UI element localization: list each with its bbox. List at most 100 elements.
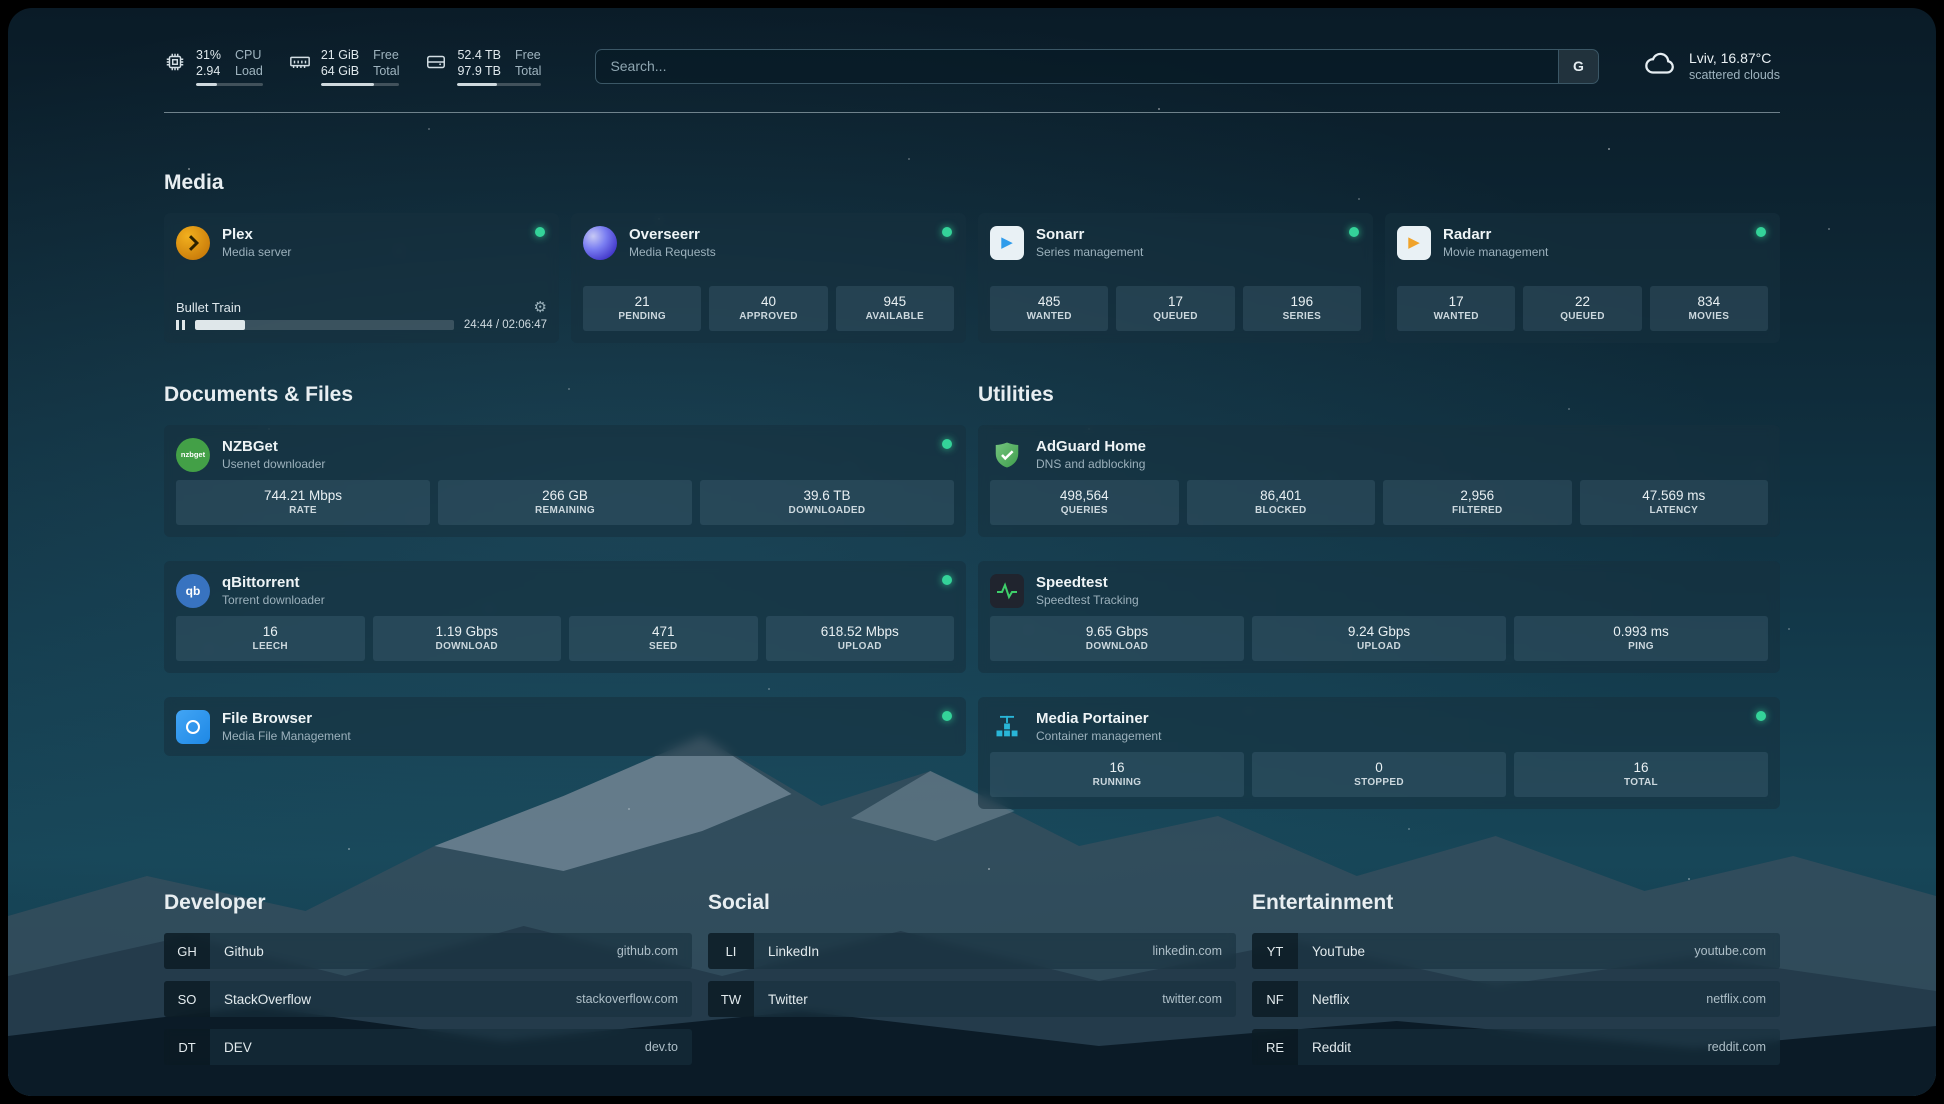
service-card-nzbget[interactable]: nzbget NZBGet Usenet downloader 744.21 M… (164, 425, 966, 537)
stat-value: 196 (1245, 293, 1359, 310)
developer-section-title: Developer (164, 891, 692, 915)
memory-total-value: 64 GiB (321, 63, 359, 79)
radarr-icon: ▶ (1397, 226, 1431, 260)
stat-label: DOWNLOADED (702, 504, 952, 518)
settings-gear-icon[interactable]: ⚙ (534, 300, 547, 315)
service-card-adguard[interactable]: AdGuard Home DNS and adblocking 498,564 … (978, 425, 1780, 537)
cpu-label: CPU (235, 47, 263, 63)
topbar-divider (164, 112, 1780, 113)
entertainment-section-title: Entertainment (1252, 891, 1780, 915)
bookmark-name: StackOverflow (224, 992, 311, 1007)
service-name: Media Portainer (1036, 709, 1161, 728)
stat-value: 266 GB (440, 487, 690, 504)
service-subtitle: Media File Management (222, 728, 351, 744)
bookmark-youtube[interactable]: YT YouTube youtube.com (1252, 933, 1780, 969)
stat-value: 485 (992, 293, 1106, 310)
disk-metric: 52.4 TB 97.9 TB Free Total (425, 47, 541, 86)
cpu-value: 31% (196, 47, 221, 63)
utilities-section: Utilities (978, 383, 1780, 833)
disk-icon (425, 51, 447, 78)
disk-free-label: Free (515, 47, 541, 63)
bookmark-github[interactable]: GH Github github.com (164, 933, 692, 969)
search-bar: G (595, 49, 1599, 84)
stat-label: WANTED (992, 310, 1106, 324)
service-card-speedtest[interactable]: Speedtest Speedtest Tracking 9.65 Gbps D… (978, 561, 1780, 673)
memory-free-value: 21 GiB (321, 47, 359, 63)
stat-label: LATENCY (1582, 504, 1767, 518)
bookmark-abbr: LI (708, 933, 754, 969)
stat-value: 40 (711, 293, 825, 310)
bookmark-abbr: RE (1252, 1029, 1298, 1065)
cpu-icon (164, 51, 186, 78)
memory-free-label: Free (373, 47, 399, 63)
service-card-portainer[interactable]: Media Portainer Container management 16 … (978, 697, 1780, 809)
stat-label: SEED (571, 640, 756, 654)
stat-box: 17 WANTED (1397, 286, 1515, 331)
bookmark-netflix[interactable]: NF Netflix netflix.com (1252, 981, 1780, 1017)
search-input[interactable] (596, 50, 1558, 83)
stat-box: 16 RUNNING (990, 752, 1244, 797)
stat-value: 945 (838, 293, 952, 310)
media-section: Media Plex Media server (164, 171, 1780, 343)
social-section-title: Social (708, 891, 1236, 915)
bookmark-url: netflix.com (1706, 992, 1766, 1006)
service-card-sonarr[interactable]: ▶ Sonarr Series management 485 WANTED (978, 213, 1373, 343)
bookmark-url: linkedin.com (1153, 944, 1222, 958)
service-card-qbittorrent[interactable]: qb qBittorrent Torrent downloader 16 LEE… (164, 561, 966, 673)
stat-label: MOVIES (1652, 310, 1766, 324)
bookmark-stackoverflow[interactable]: SO StackOverflow stackoverflow.com (164, 981, 692, 1017)
stat-value: 744.21 Mbps (178, 487, 428, 504)
bookmark-reddit[interactable]: RE Reddit reddit.com (1252, 1029, 1780, 1065)
bookmark-url: dev.to (645, 1040, 678, 1054)
pause-icon[interactable] (176, 320, 185, 330)
stat-label: TOTAL (1516, 776, 1766, 790)
dashboard-screen: 31% 2.94 CPU Load (8, 8, 1936, 1096)
qbittorrent-icon: qb (176, 574, 210, 608)
playback-progress-bar[interactable] (195, 320, 454, 330)
search-provider-button[interactable]: G (1558, 50, 1598, 83)
bookmark-name: DEV (224, 1040, 252, 1055)
stat-box: 17 QUEUED (1116, 286, 1234, 331)
status-dot (942, 439, 952, 449)
service-subtitle: Container management (1036, 728, 1161, 744)
bookmark-name: Twitter (768, 992, 808, 1007)
bookmark-abbr: YT (1252, 933, 1298, 969)
stat-box: 471 SEED (569, 616, 758, 661)
service-card-radarr[interactable]: ▶ Radarr Movie management 17 WANTED (1385, 213, 1780, 343)
playback-time: 24:44 / 02:06:47 (464, 319, 547, 331)
stat-value: 16 (178, 623, 363, 640)
bookmark-url: youtube.com (1694, 944, 1766, 958)
service-card-filebrowser[interactable]: File Browser Media File Management (164, 697, 966, 756)
service-name: Speedtest (1036, 573, 1139, 592)
stat-label: PING (1516, 640, 1766, 654)
stat-label: APPROVED (711, 310, 825, 324)
service-card-plex[interactable]: Plex Media server Bullet Train ⚙ (164, 213, 559, 343)
documents-section-title: Documents & Files (164, 383, 966, 407)
stat-label: RATE (178, 504, 428, 518)
bookmark-url: twitter.com (1162, 992, 1222, 1006)
stat-value: 498,564 (992, 487, 1177, 504)
weather-widget: Lviv, 16.87°C scattered clouds (1643, 47, 1780, 86)
status-dot (1756, 711, 1766, 721)
stat-label: UPLOAD (768, 640, 953, 654)
topbar: 31% 2.94 CPU Load (164, 42, 1780, 90)
service-name: Sonarr (1036, 225, 1143, 244)
stat-label: QUEUED (1525, 310, 1639, 324)
bookmark-twitter[interactable]: TW Twitter twitter.com (708, 981, 1236, 1017)
stat-value: 39.6 TB (702, 487, 952, 504)
portainer-icon (990, 710, 1024, 744)
bookmark-dev[interactable]: DT DEV dev.to (164, 1029, 692, 1065)
stat-box: 40 APPROVED (709, 286, 827, 331)
stat-box: 21 PENDING (583, 286, 701, 331)
weather-condition: scattered clouds (1689, 67, 1780, 84)
weather-location: Lviv, 16.87°C (1689, 49, 1780, 67)
stat-value: 17 (1399, 293, 1513, 310)
stat-value: 21 (585, 293, 699, 310)
stat-label: DOWNLOAD (992, 640, 1242, 654)
cpu-metric: 31% 2.94 CPU Load (164, 47, 263, 86)
service-card-overseerr[interactable]: Overseerr Media Requests 21 PENDING 40 A… (571, 213, 966, 343)
service-subtitle: Usenet downloader (222, 456, 325, 472)
bookmark-linkedin[interactable]: LI LinkedIn linkedin.com (708, 933, 1236, 969)
service-subtitle: Movie management (1443, 244, 1548, 260)
stat-label: BLOCKED (1189, 504, 1374, 518)
